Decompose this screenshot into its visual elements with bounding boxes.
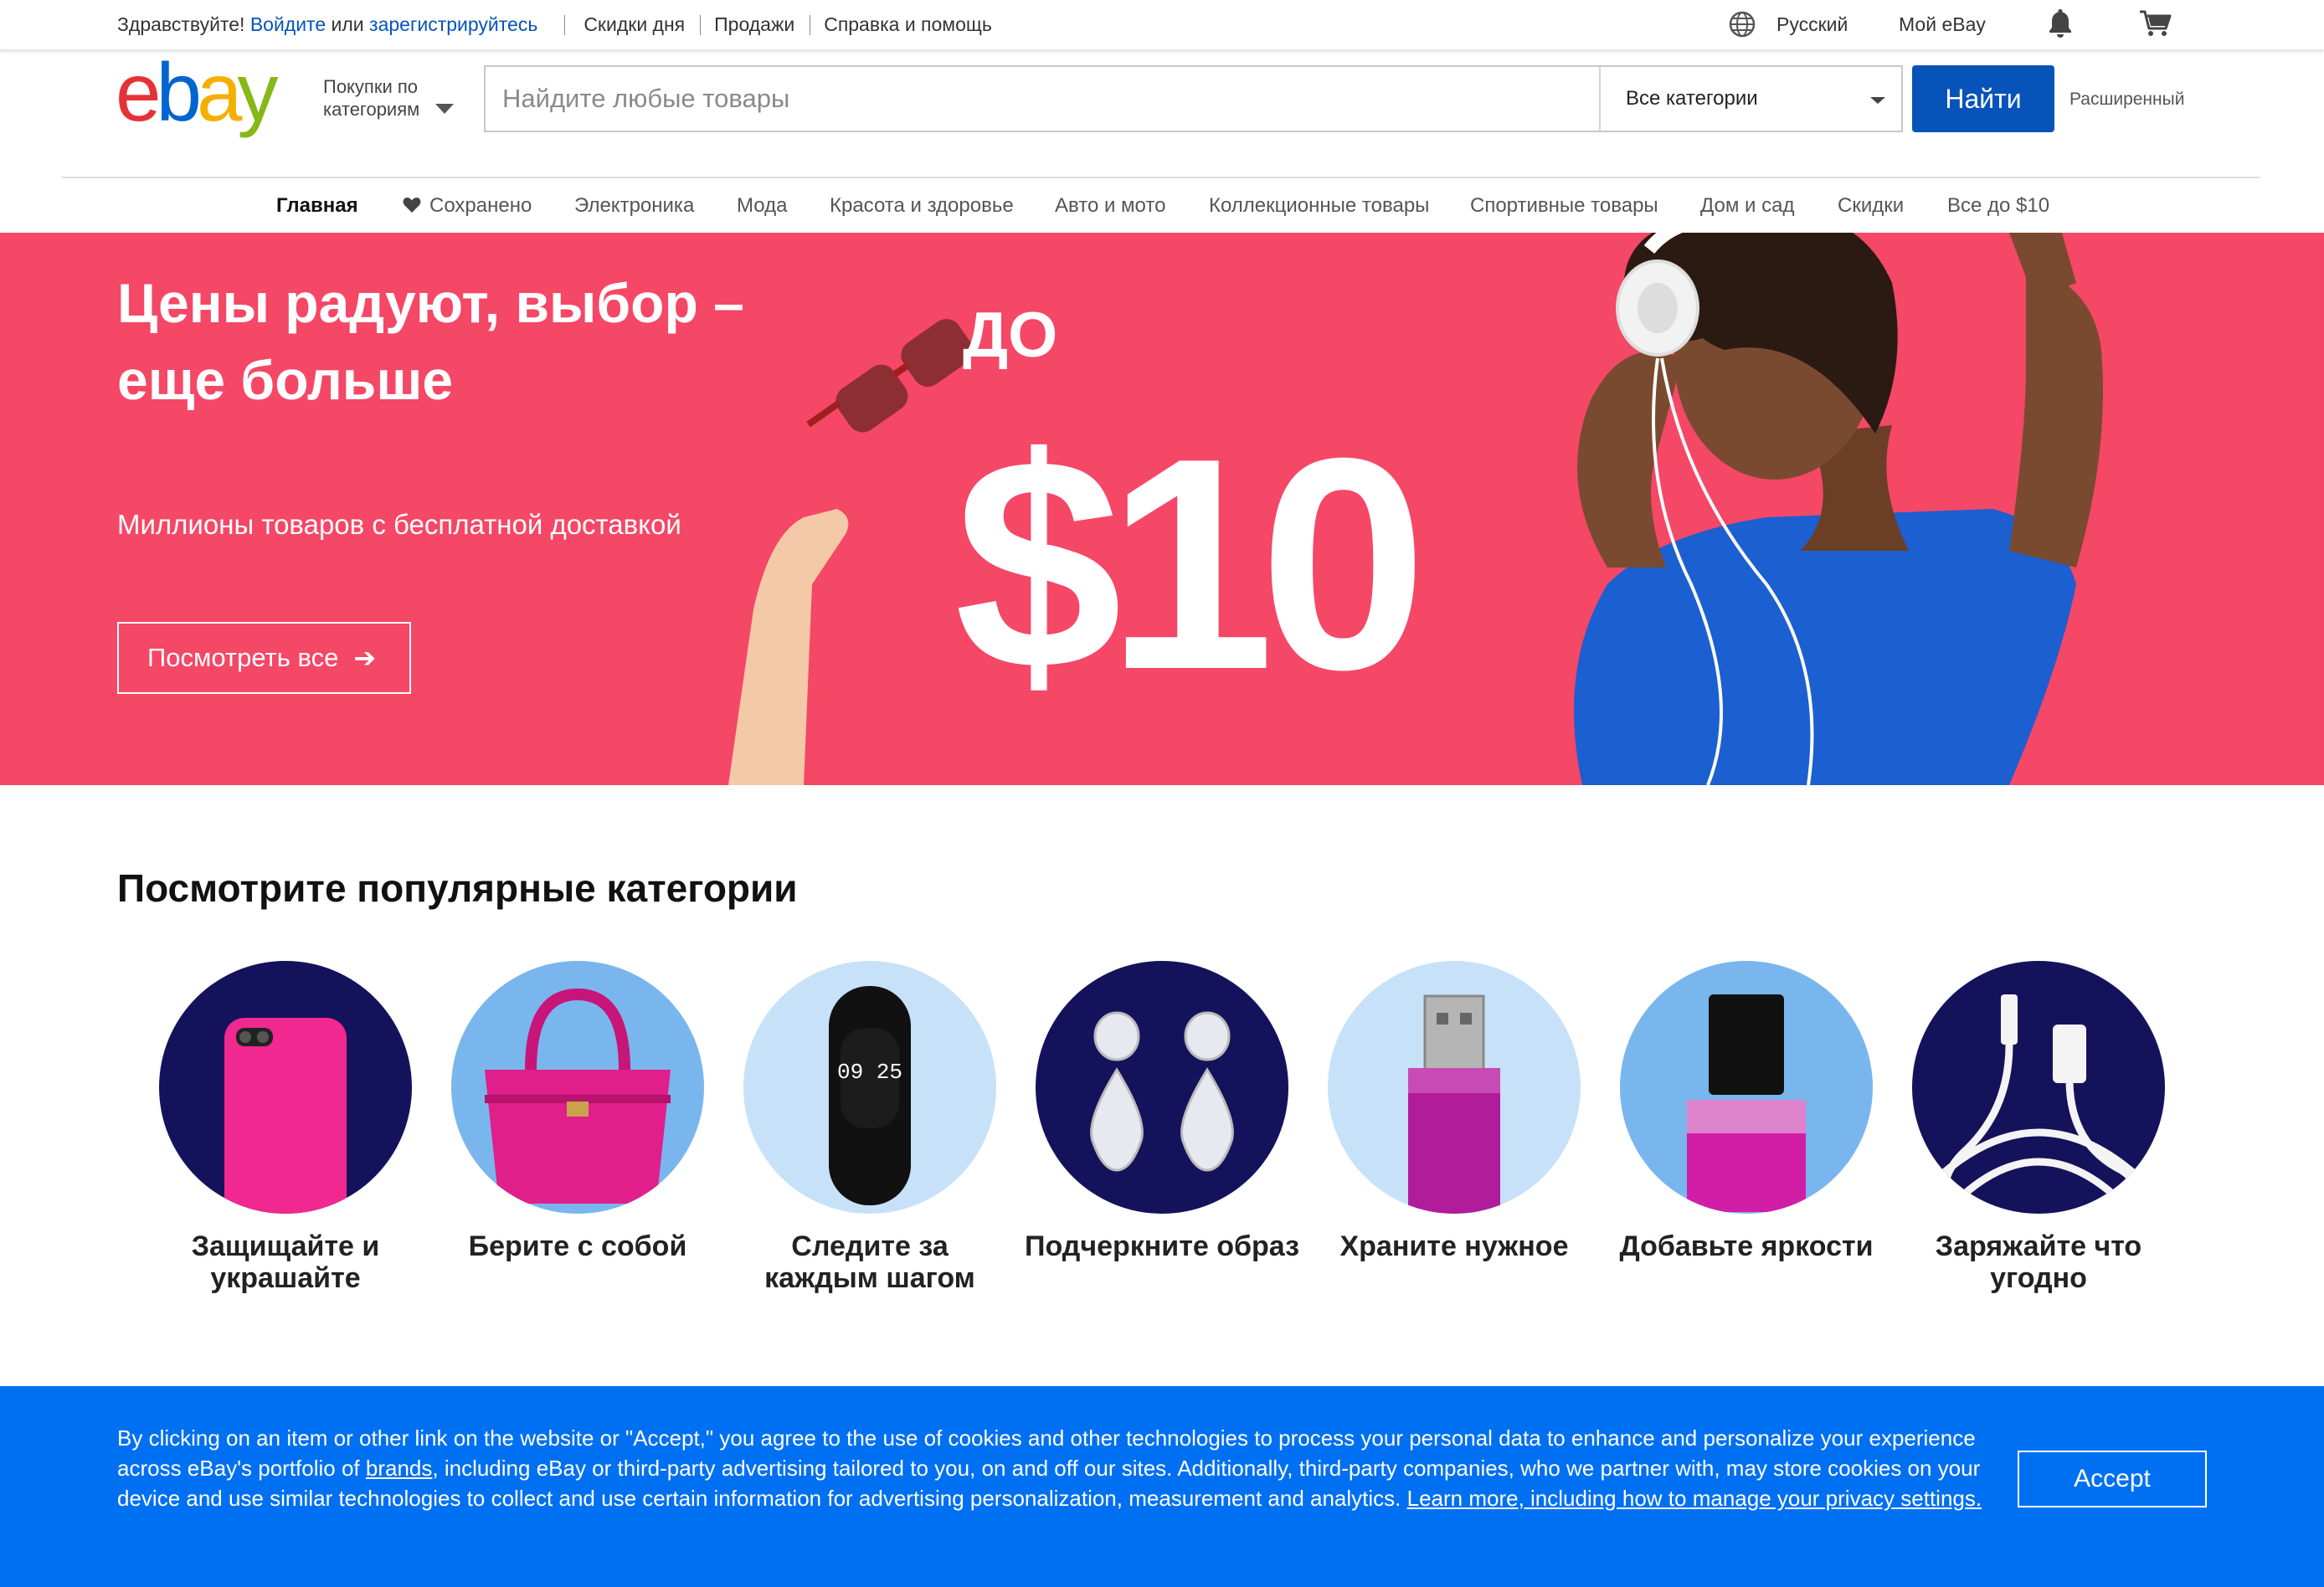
main-nav: Главная Сохранено Электроника Мода Красо… (0, 189, 2324, 223)
search-button[interactable]: Найти (1912, 65, 2054, 132)
category-label[interactable]: Храните нужное (1316, 1230, 1592, 1262)
hero-banner[interactable]: Цены радуют, выбор – еще больше Миллионы… (0, 233, 2324, 785)
earrings-icon (1036, 961, 1288, 1214)
advanced-search-link[interactable]: Расширенный (2069, 90, 2184, 110)
top-bar-left: Здравствуйте! Войдите или зарегистрируйт… (117, 13, 992, 36)
nav-item-saved[interactable]: Сохранено (403, 194, 532, 218)
daily-deals-link[interactable]: Скидки дня (584, 13, 685, 36)
category-cable[interactable] (1912, 961, 2165, 1214)
nav-item-under-10[interactable]: Все до $10 (1947, 194, 2049, 218)
my-ebay-link[interactable]: Мой eBay (1899, 13, 1986, 36)
category-label[interactable]: Защищайте и украшайте (147, 1230, 424, 1294)
nav-item-fashion[interactable]: Мода (737, 194, 787, 218)
ebay-logo[interactable]: ebay (116, 57, 313, 141)
category-usb[interactable] (1328, 961, 1581, 1214)
register-link[interactable]: зарегистрируйтесь (369, 13, 537, 36)
search-bar: Все категории (484, 65, 1903, 132)
category-nail-polish[interactable] (1620, 961, 1873, 1214)
search-input[interactable] (502, 67, 1599, 131)
divider (1599, 67, 1601, 131)
svg-text:ebay: ebay (116, 57, 279, 138)
greeting-text: Здравствуйте! (117, 13, 245, 35)
arrow-right-icon: ➔ (353, 643, 377, 673)
hero-title: Цены радуют, выбор – еще больше (117, 272, 744, 411)
categories-title: Посмотрите популярные категории (117, 866, 798, 910)
privacy-settings-link[interactable]: Learn more, including how to manage your… (1407, 1486, 1982, 1511)
category-earrings[interactable] (1036, 961, 1288, 1214)
nav-item-collectibles[interactable]: Коллекционные товары (1209, 194, 1429, 218)
category-label[interactable]: Заряжайте что угодно (1900, 1230, 2177, 1294)
category-label[interactable]: Берите с собой (440, 1230, 716, 1262)
category-label[interactable]: Добавьте яркости (1608, 1230, 1884, 1262)
brands-link[interactable]: brands (366, 1456, 433, 1481)
divider (700, 14, 702, 35)
see-all-button[interactable]: Посмотреть все ➔ (117, 622, 411, 694)
nail-polish-icon (1620, 961, 1873, 1214)
nav-item-home[interactable]: Главная (276, 194, 358, 218)
top-bar: Здравствуйте! Войдите или зарегистрируйт… (0, 0, 2324, 50)
usb-drive-icon (1328, 961, 1581, 1214)
category-phone-case[interactable] (159, 961, 412, 1214)
charging-cable-icon (1912, 961, 2165, 1214)
signin-link[interactable]: Войдите (250, 13, 326, 36)
category-label[interactable]: Следите за каждым шагом (732, 1230, 1008, 1294)
nav-item-deals[interactable]: Скидки (1838, 194, 1904, 218)
phone-case-icon (159, 961, 412, 1214)
cart-icon[interactable] (2138, 7, 2173, 39)
nav-item-sporting[interactable]: Спортивные товары (1470, 194, 1658, 218)
accept-button[interactable]: Accept (2018, 1451, 2207, 1507)
hero-subtitle: Миллионы товаров с бесплатной доставкой (117, 509, 681, 540)
help-link[interactable]: Справка и помощь (824, 13, 992, 36)
nav-item-home-garden[interactable]: Дом и сад (1700, 194, 1794, 218)
tracker-time: 09 25 (837, 1060, 902, 1085)
bell-icon[interactable] (2046, 7, 2075, 39)
category-fitness-tracker[interactable]: 09 25 (743, 961, 996, 1214)
globe-icon[interactable] (1728, 10, 1756, 39)
category-handbag[interactable] (451, 961, 704, 1214)
divider (564, 14, 566, 35)
cookie-text: By clicking on an item or other link on … (117, 1423, 1984, 1513)
shop-by-line2: категориям (323, 99, 420, 120)
nav-item-electronics[interactable]: Электроника (574, 194, 694, 218)
selling-link[interactable]: Продажи (714, 13, 794, 36)
price-prefix: ДО (963, 300, 1057, 371)
language-selector[interactable]: Русский (1776, 13, 1848, 36)
shop-by-category[interactable]: Покупки по категориям (323, 75, 419, 121)
nav-item-motors[interactable]: Авто и мото (1055, 194, 1165, 218)
hero-image: ДО $10 (728, 233, 2103, 785)
nav-item-label: Сохранено (429, 194, 532, 217)
category-select[interactable]: Все категории (1626, 87, 1758, 110)
handbag-icon (451, 961, 704, 1214)
heart-icon (403, 198, 421, 213)
shop-by-line1: Покупки по (323, 76, 419, 97)
cookie-banner: By clicking on an item or other link on … (0, 1386, 2324, 1587)
see-all-label: Посмотреть все (147, 643, 339, 672)
sunglasses-icon (806, 319, 974, 433)
category-label[interactable]: Подчеркните образ (1024, 1230, 1300, 1262)
chevron-down-icon[interactable] (1870, 97, 1885, 104)
divider (62, 177, 2260, 178)
chevron-down-icon[interactable] (435, 104, 454, 114)
fitness-tracker-icon: 09 25 (743, 961, 996, 1214)
or-text: или (331, 13, 364, 35)
price-text: $10 (954, 396, 1415, 732)
nav-item-beauty[interactable]: Красота и здоровье (830, 194, 1014, 218)
